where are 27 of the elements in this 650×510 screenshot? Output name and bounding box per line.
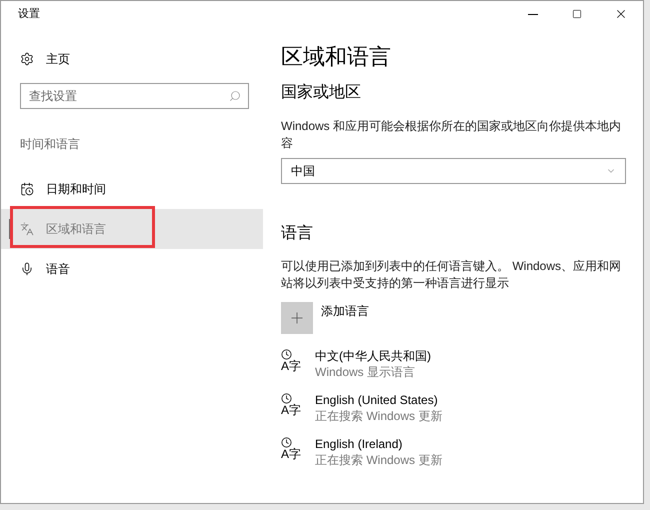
dropdown-value: 中国 — [291, 163, 315, 180]
page-title: 区域和语言 — [281, 43, 392, 71]
section-heading: 国家或地区 — [281, 82, 362, 103]
search-icon — [229, 90, 241, 102]
calendar-icon — [20, 182, 34, 196]
add-language-button[interactable]: 添加语言 — [281, 302, 626, 334]
section-heading: 语言 — [281, 224, 314, 244]
language-status: 正在搜索 Windows 更新 — [315, 452, 442, 468]
region-dropdown[interactable]: 中国 — [281, 158, 626, 184]
section-heading: 时间和语言 — [19, 136, 81, 153]
home-nav-item[interactable]: 主页 — [1, 49, 263, 69]
settings-icon — [20, 52, 34, 66]
language-name: English (Ireland) — [315, 436, 404, 452]
language-description: 可以使用已添加到列表中的任何语言键入。 Windows、应用和网站将以列表中受支持的第一种语言进行显示 — [281, 258, 622, 292]
search-field[interactable]: 查找设置 — [20, 83, 249, 109]
nav-item[interactable]: 区域和语言 — [12, 220, 106, 238]
nav-item[interactable]: 语音 — [12, 260, 70, 278]
maximize-icon — [572, 9, 582, 19]
region-icon — [20, 222, 34, 236]
nav-item[interactable]: 日期和时间 — [12, 180, 106, 198]
language-name: English (United States) — [315, 392, 439, 408]
language-status: 正在搜索 Windows 更新 — [315, 408, 442, 424]
language-name: 中文(中华人民共和国) — [315, 348, 431, 364]
mic-icon — [20, 262, 34, 276]
window-title: 设置 — [17, 6, 41, 22]
language-status: Windows 显示语言 — [315, 364, 416, 380]
region-description: Windows 和应用可能会根据你所在的国家或地区向你提供本地内容 — [281, 118, 622, 152]
